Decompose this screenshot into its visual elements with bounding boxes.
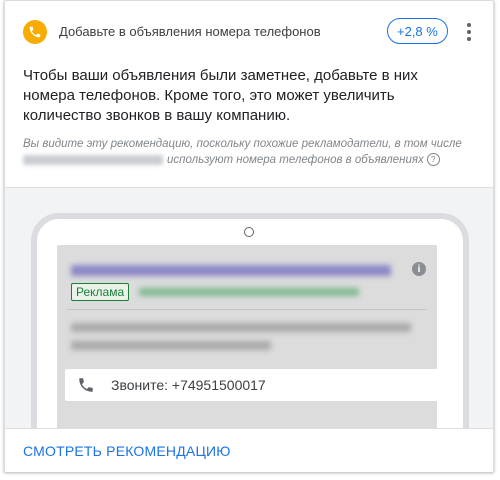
call-extension-label: Звоните: +74951500017 [111,377,266,393]
camera-dot [244,227,254,237]
ad-divider [67,309,427,310]
blurred-advertiser [23,154,163,165]
uplift-badge[interactable]: +2,8 % [387,18,448,44]
ad-preview: i Реклама Звоните: +74951500017 [57,245,441,429]
phone-mockup: i Реклама Звоните: +74951500017 [31,213,469,429]
recommendation-description: Чтобы ваши объявления были заметнее, доб… [23,67,418,124]
card-header: Добавьте в объявления номера телефонов +… [5,1,493,61]
ad-text-blurred [71,323,411,332]
card-footer: СМОТРЕТЬ РЕКОМЕНДАЦИЮ [5,428,493,472]
recommendation-note: Вы видите эту рекомендацию, поскольку по… [23,136,463,168]
phone-icon [79,378,93,392]
more-options-icon[interactable] [459,20,479,44]
ad-url-blurred [139,288,359,296]
ad-text-blurred [71,341,271,350]
ad-headline-blurred [71,265,391,276]
call-extension[interactable]: Звоните: +74951500017 [65,369,441,401]
recommendation-card: Добавьте в объявления номера телефонов +… [4,0,494,472]
help-icon[interactable]: ? [426,153,440,167]
info-icon: i [412,262,426,276]
view-recommendation-link[interactable]: СМОТРЕТЬ РЕКОМЕНДАЦИЮ [23,443,231,459]
phone-icon [23,20,47,44]
note-text-start: Вы видите эту рекомендацию, поскольку по… [23,138,462,150]
note-text-end: используют номера телефонов в объявления… [167,154,424,166]
card-title: Добавьте в объявления номера телефонов [59,24,321,39]
ad-preview-area: i Реклама Звоните: +74951500017 [5,187,493,429]
ad-label: Реклама [71,283,130,301]
